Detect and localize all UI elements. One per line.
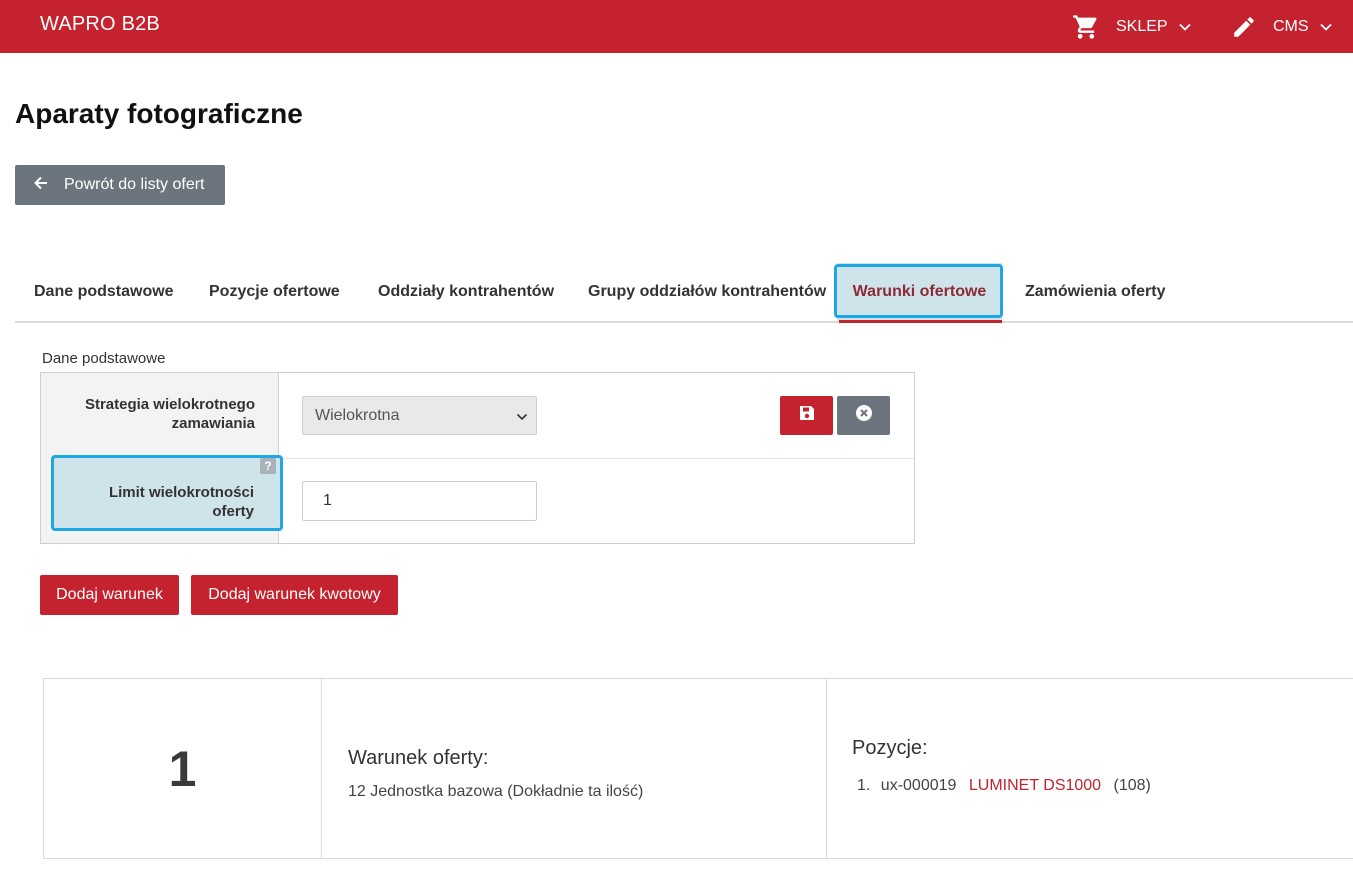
condition-title: Warunek oferty: — [348, 747, 489, 769]
shop-menu[interactable]: SKLEP — [1072, 0, 1192, 53]
section-label: Dane podstawowe — [42, 350, 166, 367]
cancel-button[interactable] — [837, 396, 890, 435]
brand-logo[interactable]: WAPRO B2B — [40, 13, 160, 36]
position-product-link[interactable]: LUMINET DS1000 — [969, 777, 1101, 794]
condition-positions: Pozycje: 1. ux-000019 LUMINET DS1000 (10… — [827, 679, 1353, 858]
cms-menu-label: CMS — [1273, 17, 1309, 35]
save-button[interactable] — [780, 396, 833, 435]
row-divider — [279, 458, 914, 459]
tab-contractor-branches[interactable]: Oddziały kontrahentów — [378, 263, 554, 321]
shop-menu-label: SKLEP — [1116, 17, 1168, 35]
limit-label: Limit wielokrotności oferty — [108, 484, 254, 520]
tab-contractor-branch-groups[interactable]: Grupy oddziałów kontrahentów — [588, 263, 826, 321]
floppy-disk-icon — [799, 405, 815, 426]
position-code: ux-000019 — [880, 777, 957, 794]
help-icon[interactable]: ? — [260, 458, 276, 474]
add-amount-condition-button[interactable]: Dodaj warunek kwotowy — [191, 575, 398, 615]
add-condition-button[interactable]: Dodaj warunek — [40, 575, 179, 615]
tab-basic-data[interactable]: Dane podstawowe — [34, 263, 174, 321]
cms-menu[interactable]: CMS — [1231, 0, 1333, 53]
chevron-down-icon — [1178, 20, 1192, 34]
pencil-icon — [1231, 14, 1257, 40]
limit-label-highlight: Limit wielokrotności oferty — [51, 455, 283, 531]
strategy-select[interactable]: Wielokrotna — [302, 396, 537, 435]
strategy-select-value: Wielokrotna — [315, 406, 400, 424]
condition-card: 1 Warunek oferty: 12 Jednostka bazowa (D… — [43, 678, 1353, 859]
chevron-down-icon — [1319, 20, 1333, 34]
tab-offer-conditions[interactable]: Warunki ofertowe — [837, 263, 1002, 323]
positions-title: Pozycje: — [852, 737, 928, 759]
page-title: Aparaty fotograficzne — [15, 98, 303, 129]
arrow-left-icon — [32, 174, 50, 197]
chevron-down-icon — [516, 410, 528, 428]
condition-details: Warunek oferty: 12 Jednostka bazowa (Dok… — [322, 679, 827, 858]
basic-data-form: Strategia wielokrotnego zamawiania Limit… — [40, 372, 915, 544]
strategy-label: Strategia wielokrotnego zamawiania — [84, 396, 255, 432]
list-item: 1. ux-000019 LUMINET DS1000 (108) — [857, 777, 1151, 795]
tab-offer-items[interactable]: Pozycje ofertowe — [209, 263, 340, 321]
close-circle-icon — [855, 404, 873, 427]
top-navbar: WAPRO B2B SKLEP CMS — [0, 0, 1353, 53]
back-button-label: Powrót do listy ofert — [64, 176, 205, 193]
position-index: 1. — [857, 777, 871, 794]
back-to-offers-button[interactable]: Powrót do listy ofert — [15, 165, 225, 205]
position-quantity: (108) — [1113, 777, 1151, 794]
tab-offer-orders[interactable]: Zamówienia oferty — [1025, 263, 1165, 321]
limit-input[interactable] — [302, 481, 537, 521]
tab-bar: Dane podstawowe Pozycje ofertowe Oddział… — [15, 263, 1353, 323]
cart-icon — [1072, 13, 1100, 41]
condition-number: 1 — [44, 679, 322, 858]
condition-description: 12 Jednostka bazowa (Dokładnie ta ilość) — [348, 783, 644, 800]
